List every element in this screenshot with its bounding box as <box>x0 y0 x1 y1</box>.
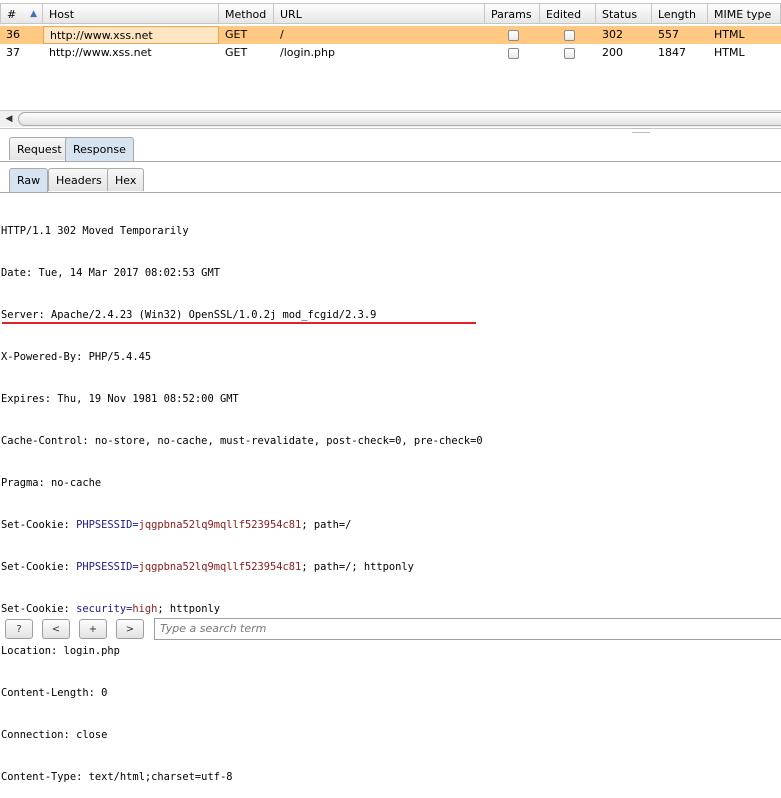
cell-url: /login.php <box>280 46 335 59</box>
cell-mime-type: HTML <box>714 28 745 41</box>
search-input[interactable]: Type a search term <box>154 618 781 640</box>
red-underline-annotation <box>2 322 476 324</box>
previous-button[interactable]: < <box>42 619 70 639</box>
cell-length: 1847 <box>658 46 686 59</box>
response-line: Server: Apache/2.4.23 (Win32) OpenSSL/1.… <box>1 309 377 321</box>
message-tabs: Request Response <box>0 137 781 162</box>
column-header-number[interactable]: # ▲ <box>0 3 43 24</box>
column-header-label: Edited <box>546 8 582 21</box>
cell-url: / <box>280 28 284 41</box>
horizontal-scrollbar[interactable]: ◀ <box>0 110 781 127</box>
column-header-label: Length <box>658 8 696 21</box>
response-line: X-Powered-By: PHP/5.4.45 <box>1 351 152 363</box>
cell-mime-type: HTML <box>714 46 745 59</box>
column-header-label: Host <box>49 8 75 21</box>
response-line: HTTP/1.1 302 Moved Temporarily <box>1 225 189 237</box>
column-header-length[interactable]: Length <box>652 3 708 24</box>
cookie-name: PHPSESSID <box>76 561 133 573</box>
response-line: Content-Length: 0 <box>1 687 108 699</box>
tab-hex[interactable]: Hex <box>107 168 145 191</box>
cell-method: GET <box>225 46 248 59</box>
response-line: Connection: close <box>1 729 108 741</box>
cell-number: 37 <box>6 46 20 59</box>
next-button[interactable]: > <box>116 619 144 639</box>
cookie-attributes: ; httponly <box>157 603 220 615</box>
column-header-method[interactable]: Method <box>219 3 274 24</box>
column-header-label: # <box>7 8 17 21</box>
tab-headers[interactable]: Headers <box>48 168 110 191</box>
column-header-label: MIME type <box>714 8 772 21</box>
column-header-mime-type[interactable]: MIME type <box>708 3 781 24</box>
view-tabs: Raw Headers Hex <box>0 168 781 193</box>
edited-checkbox[interactable] <box>564 30 575 41</box>
help-button[interactable]: ? <box>5 619 33 639</box>
cell-length: 557 <box>658 28 679 41</box>
column-header-host[interactable]: Host <box>43 3 219 24</box>
column-header-edited[interactable]: Edited <box>540 3 596 24</box>
params-checkbox[interactable] <box>508 30 519 41</box>
column-header-url[interactable]: URL <box>274 3 485 24</box>
column-header-label: Params <box>491 8 532 21</box>
column-header-params[interactable]: Params <box>485 3 540 24</box>
header-name: Set-Cookie: <box>1 519 77 531</box>
set-cookie-line: Set-Cookie: security=high; httponly <box>1 602 781 616</box>
search-bar: ? < + > Type a search term <box>0 616 781 640</box>
scrollbar-thumb[interactable] <box>18 112 781 126</box>
cell-status: 200 <box>602 46 623 59</box>
column-header-label: Method <box>225 8 267 21</box>
cell-method: GET <box>225 28 248 41</box>
edited-checkbox[interactable] <box>564 48 575 59</box>
column-header-label: URL <box>280 8 302 21</box>
cookie-attributes: ; path=/; httponly <box>301 561 414 573</box>
table-row[interactable]: 36 http://www.xss.net GET / 302 557 HTML <box>0 26 781 44</box>
cell-host: http://www.xss.net <box>49 46 152 59</box>
table-header: # ▲ Host Method URL Params Edited Status… <box>0 3 781 25</box>
cell-status: 302 <box>602 28 623 41</box>
table-row[interactable]: 37 http://www.xss.net GET /login.php 200… <box>0 44 781 62</box>
scroll-left-icon[interactable]: ◀ <box>2 112 16 126</box>
cookie-attributes: ; path=/ <box>301 519 352 531</box>
response-line: Date: Tue, 14 Mar 2017 08:02:53 GMT <box>1 267 220 279</box>
header-name: Set-Cookie: <box>1 603 77 615</box>
tab-raw[interactable]: Raw <box>9 168 49 192</box>
response-line: Pragma: no-cache <box>1 477 102 489</box>
http-history-table: # ▲ Host Method URL Params Edited Status… <box>0 0 781 129</box>
params-checkbox[interactable] <box>508 48 519 59</box>
cookie-value: jqgpbna52lq9mqllf523954c81 <box>138 519 302 531</box>
cell-host: http://www.xss.net <box>43 26 219 44</box>
tab-response[interactable]: Response <box>65 137 134 161</box>
cookie-value: high <box>132 603 158 615</box>
add-button[interactable]: + <box>79 619 107 639</box>
response-line: Expires: Thu, 19 Nov 1981 08:52:00 GMT <box>1 393 239 405</box>
response-line: Content-Type: text/html;charset=utf-8 <box>1 771 233 783</box>
column-header-status[interactable]: Status <box>596 3 652 24</box>
cell-number: 36 <box>6 28 20 41</box>
cookie-name: security <box>76 603 127 615</box>
set-cookie-line: Set-Cookie: PHPSESSID=jqgpbna52lq9mqllf5… <box>1 518 781 532</box>
column-header-label: Status <box>602 8 638 21</box>
response-line: Cache-Control: no-store, no-cache, must-… <box>1 435 483 447</box>
tab-request[interactable]: Request <box>9 137 70 160</box>
cookie-value: jqgpbna52lq9mqllf523954c81 <box>138 561 302 573</box>
set-cookie-line: Set-Cookie: PHPSESSID=jqgpbna52lq9mqllf5… <box>1 560 781 574</box>
response-line: Location: login.php <box>1 645 120 657</box>
split-pane-handle[interactable] <box>632 128 650 133</box>
cookie-name: PHPSESSID <box>76 519 133 531</box>
sort-ascending-icon: ▲ <box>30 9 37 19</box>
header-name: Set-Cookie: <box>1 561 77 573</box>
raw-response-text[interactable]: HTTP/1.1 302 Moved Temporarily Date: Tue… <box>1 196 781 798</box>
